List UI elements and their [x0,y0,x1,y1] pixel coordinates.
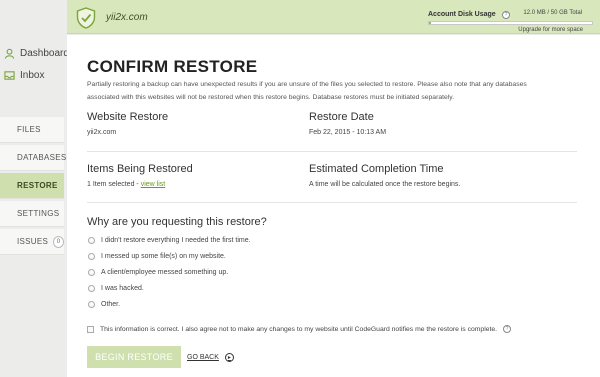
tab-issues-label: ISSUES [17,237,49,246]
reason-option-label: I messed up some file(s) on my website. [101,253,226,260]
tab-settings[interactable]: SETTINGS [0,201,64,227]
disk-usage-label: Account Disk Usage [428,11,496,18]
disk-usage-help-icon[interactable]: ? [502,11,510,19]
tab-databases[interactable]: DATABASES [0,145,67,171]
radio-button[interactable] [88,301,95,308]
items-selected-text: 1 Item selected - [87,181,141,188]
nav-inbox-link[interactable]: Inbox [4,70,44,81]
website-restore-value: yii2x.com [87,129,117,136]
tab-files-label: FILES [17,125,41,134]
reason-option-label: I was hacked. [101,285,144,292]
confirm-restore-panel: CONFIRM RESTORE Partially restoring a ba… [67,35,600,377]
issues-count-badge: 0 [53,235,64,248]
reason-option-label: Other. [101,301,121,308]
arrow-right-icon: ▸ [224,353,234,362]
radio-button[interactable] [88,253,95,260]
agreement-help-icon[interactable]: ? [503,325,512,333]
tab-issues[interactable]: ISSUES 0 [0,229,64,255]
restore-warning-text: Partially restoring a backup can have un… [87,81,527,101]
tab-restore-label: RESTORE [17,181,58,190]
tab-databases-label: DATABASES [17,153,67,162]
reason-option[interactable]: I was hacked. [88,285,144,292]
disk-usage-fill [429,22,432,24]
completion-time-heading: Estimated Completion Time [309,163,444,175]
disk-usage-bar [428,21,593,25]
reason-option[interactable]: I didn't restore everything I needed the… [88,237,251,244]
restore-reason-question: Why are you requesting this restore? [87,216,267,228]
page-title: CONFIRM RESTORE [87,57,258,76]
inbox-icon [4,71,15,80]
restore-date-heading: Restore Date [309,111,374,123]
completion-time-value: A time will be calculated once the resto… [309,181,461,188]
reason-option[interactable]: I messed up some file(s) on my website. [88,253,226,260]
nav-dashboard-link[interactable]: Dashboard [4,48,69,59]
reason-option-label: A client/employee messed something up. [101,269,229,276]
site-header: yii2x.com Account Disk Usage ? 12.0 MB /… [67,0,600,34]
agreement-checkbox-row[interactable]: This information is correct. I also agre… [87,325,512,333]
reason-option-label: I didn't restore everything I needed the… [101,237,251,244]
shield-icon [76,7,96,29]
radio-button[interactable] [88,237,95,244]
restore-date-value: Feb 22, 2015 - 10:13 AM [309,129,387,136]
disk-usage-value: 12.0 MB / 50 GB Total [523,10,582,16]
view-list-link[interactable]: view list [141,181,166,188]
items-restored-heading: Items Being Restored [87,163,193,175]
tab-restore[interactable]: RESTORE [0,173,64,199]
nav-dashboard-label: Dashboard [20,48,69,59]
website-restore-heading: Website Restore [87,111,169,123]
upgrade-link[interactable]: Upgrade for more space [518,27,583,33]
reason-option[interactable]: A client/employee messed something up. [88,269,228,276]
reason-option[interactable]: Other. [88,301,120,308]
radio-button[interactable] [88,285,95,292]
radio-button[interactable] [88,269,95,276]
tab-settings-label: SETTINGS [17,209,60,218]
agreement-checkbox[interactable] [87,325,94,333]
go-back-link[interactable]: GO BACK ▸ [187,353,234,362]
site-name: yii2x.com [106,12,148,23]
tab-files[interactable]: FILES [0,117,64,143]
agreement-label: This information is correct. I also agre… [100,325,498,333]
items-restored-value: 1 Item selected - view list [87,181,165,188]
begin-restore-button[interactable]: BEGIN RESTORE [87,346,181,368]
nav-inbox-label: Inbox [20,70,45,81]
section-divider [87,202,577,203]
dashboard-icon [4,48,15,59]
go-back-label: GO BACK [187,354,219,361]
section-divider [87,151,577,152]
